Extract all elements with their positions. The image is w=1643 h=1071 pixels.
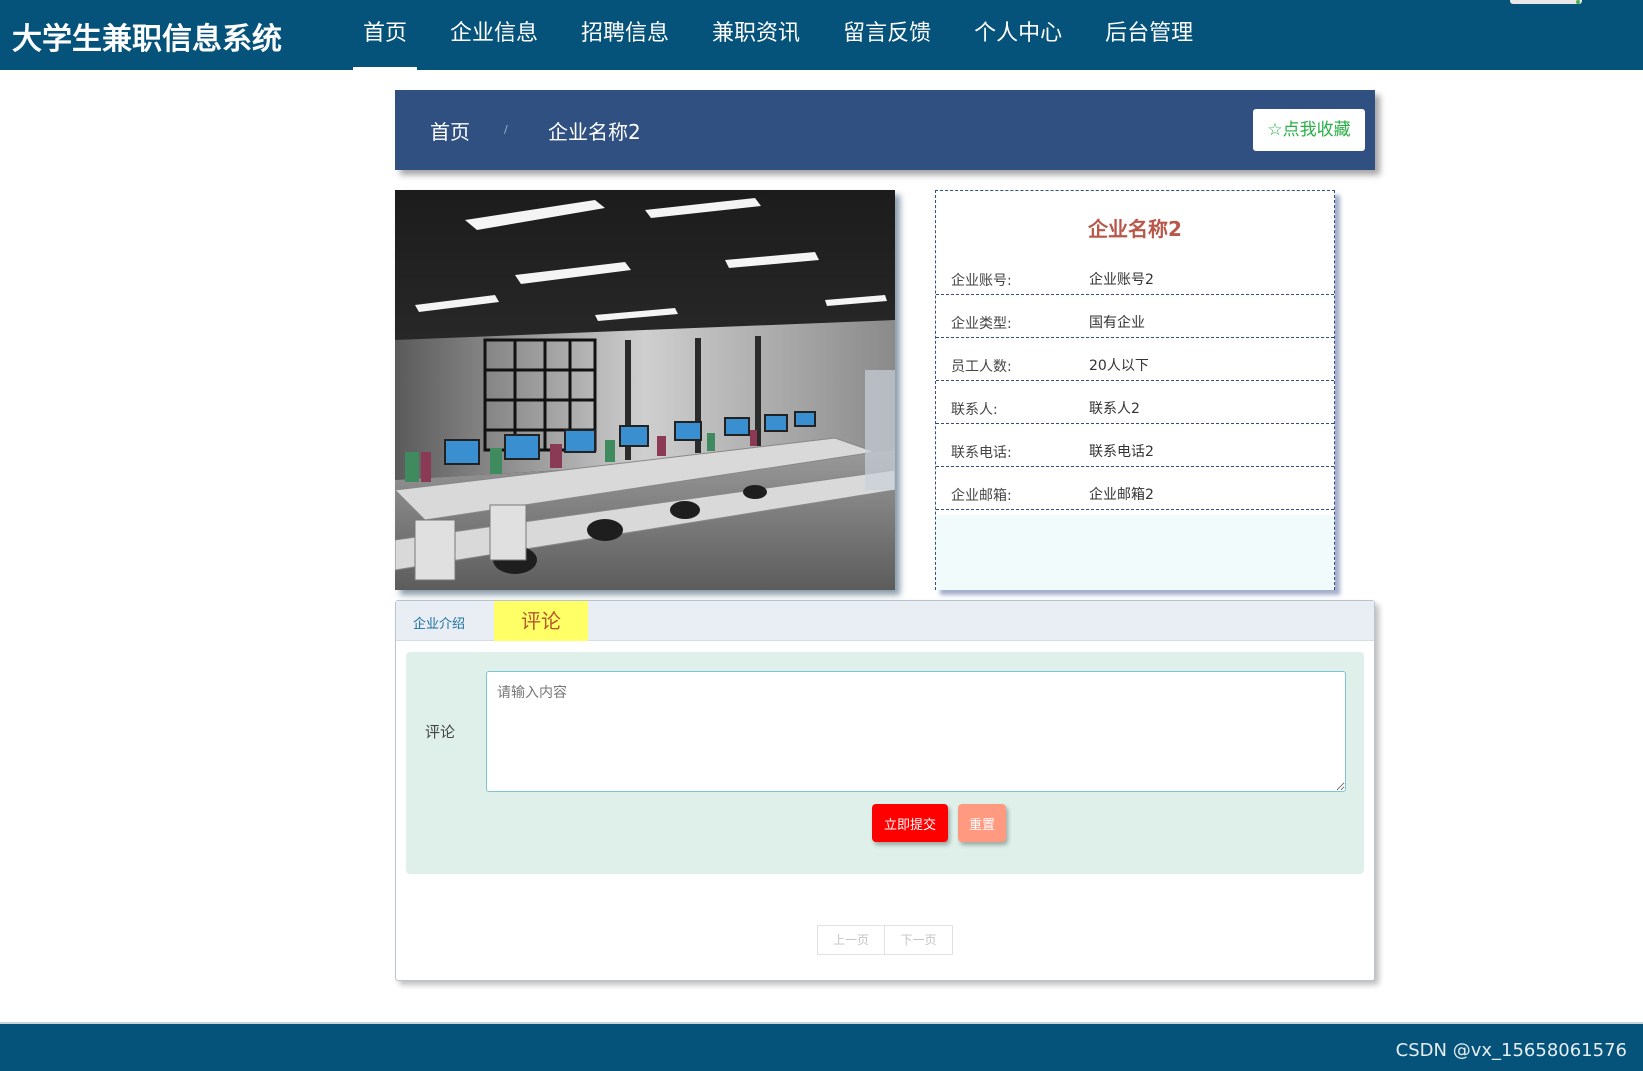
breadcrumb-current: 企业名称2 <box>548 120 641 144</box>
info-value: 企业账号2 <box>1089 272 1154 288</box>
info-row-employees: 员工人数: 20人以下 <box>936 338 1334 381</box>
office-image <box>395 190 895 590</box>
footer: CSDN @vx_15658061576 <box>0 1022 1643 1071</box>
info-value: 企业邮箱2 <box>1089 487 1154 503</box>
nav-item-feedback[interactable]: 留言反馈 <box>833 0 941 70</box>
comment-label: 评论 <box>425 723 456 741</box>
breadcrumb-home-link[interactable]: 首页 <box>430 116 470 145</box>
info-value: 国有企业 <box>1089 315 1145 331</box>
info-value: 联系人2 <box>1089 401 1140 417</box>
favorite-button-label: 点我收藏 <box>1282 120 1351 140</box>
info-label: 企业账号: <box>951 273 1012 289</box>
info-row-type: 企业类型: 国有企业 <box>936 295 1334 338</box>
info-row-account: 企业账号: 企业账号2 <box>936 252 1334 295</box>
csdn-watermark: CSDN @vx_15658061576 <box>1395 1040 1627 1061</box>
nav-item-personal-center[interactable]: 个人中心 <box>964 0 1072 70</box>
info-card-footer <box>936 515 1334 590</box>
favorite-button[interactable]: ☆点我收藏 <box>1253 109 1365 151</box>
nav-item-company-info[interactable]: 企业信息 <box>440 0 548 70</box>
detail-tab-panel: 企业介绍 评论 评论 立即提交 重置 上一页 下一页 <box>395 600 1375 981</box>
comment-form: 评论 立即提交 重置 <box>406 652 1364 874</box>
comment-textarea[interactable] <box>486 671 1346 792</box>
breadcrumb-separator: / <box>504 123 508 136</box>
nav-item-recruitment-info[interactable]: 招聘信息 <box>571 0 679 70</box>
company-info-card: 企业名称2 企业账号: 企业账号2 企业类型: 国有企业 员工人数: 20人以下… <box>935 190 1335 590</box>
nav-item-home[interactable]: 首页 <box>353 0 418 70</box>
info-label: 企业邮箱: <box>951 488 1012 504</box>
tab-company-intro[interactable]: 企业介绍 <box>413 613 465 632</box>
status-dot <box>1576 0 1580 4</box>
next-page-button[interactable]: 下一页 <box>885 925 953 955</box>
info-row-email: 企业邮箱: 企业邮箱2 <box>936 467 1334 510</box>
info-row-phone: 联系电话: 联系电话2 <box>936 424 1334 467</box>
info-value: 20人以下 <box>1089 358 1149 374</box>
site-title: 大学生兼职信息系统 <box>12 22 282 57</box>
tab-comment[interactable]: 评论 <box>494 601 588 641</box>
company-name-title: 企业名称2 <box>1088 217 1182 241</box>
pagination: 上一页 下一页 <box>817 925 953 955</box>
breadcrumb: 首页 / 企业名称2 ☆点我收藏 <box>395 90 1375 170</box>
info-row-contact: 联系人: 联系人2 <box>936 381 1334 424</box>
info-label: 联系电话: <box>951 445 1012 461</box>
company-photo <box>395 190 895 590</box>
tab-header: 企业介绍 评论 <box>396 601 1374 641</box>
star-outline-icon: ☆ <box>1267 120 1283 140</box>
info-label: 联系人: <box>951 402 998 418</box>
info-label: 企业类型: <box>951 316 1012 332</box>
main-nav: 首页 企业信息 招聘信息 兼职资讯 留言反馈 个人中心 后台管理 <box>353 0 1226 70</box>
reset-button[interactable]: 重置 <box>958 804 1006 842</box>
nav-item-admin[interactable]: 后台管理 <box>1095 0 1203 70</box>
submit-button[interactable]: 立即提交 <box>872 804 948 842</box>
info-label: 员工人数: <box>951 359 1012 375</box>
prev-page-button[interactable]: 上一页 <box>817 925 885 955</box>
avatar[interactable] <box>1510 0 1582 4</box>
info-value: 联系电话2 <box>1089 444 1154 460</box>
nav-item-parttime-news[interactable]: 兼职资讯 <box>702 0 810 70</box>
top-navbar: 大学生兼职信息系统 首页 企业信息 招聘信息 兼职资讯 留言反馈 个人中心 后台… <box>0 0 1643 70</box>
